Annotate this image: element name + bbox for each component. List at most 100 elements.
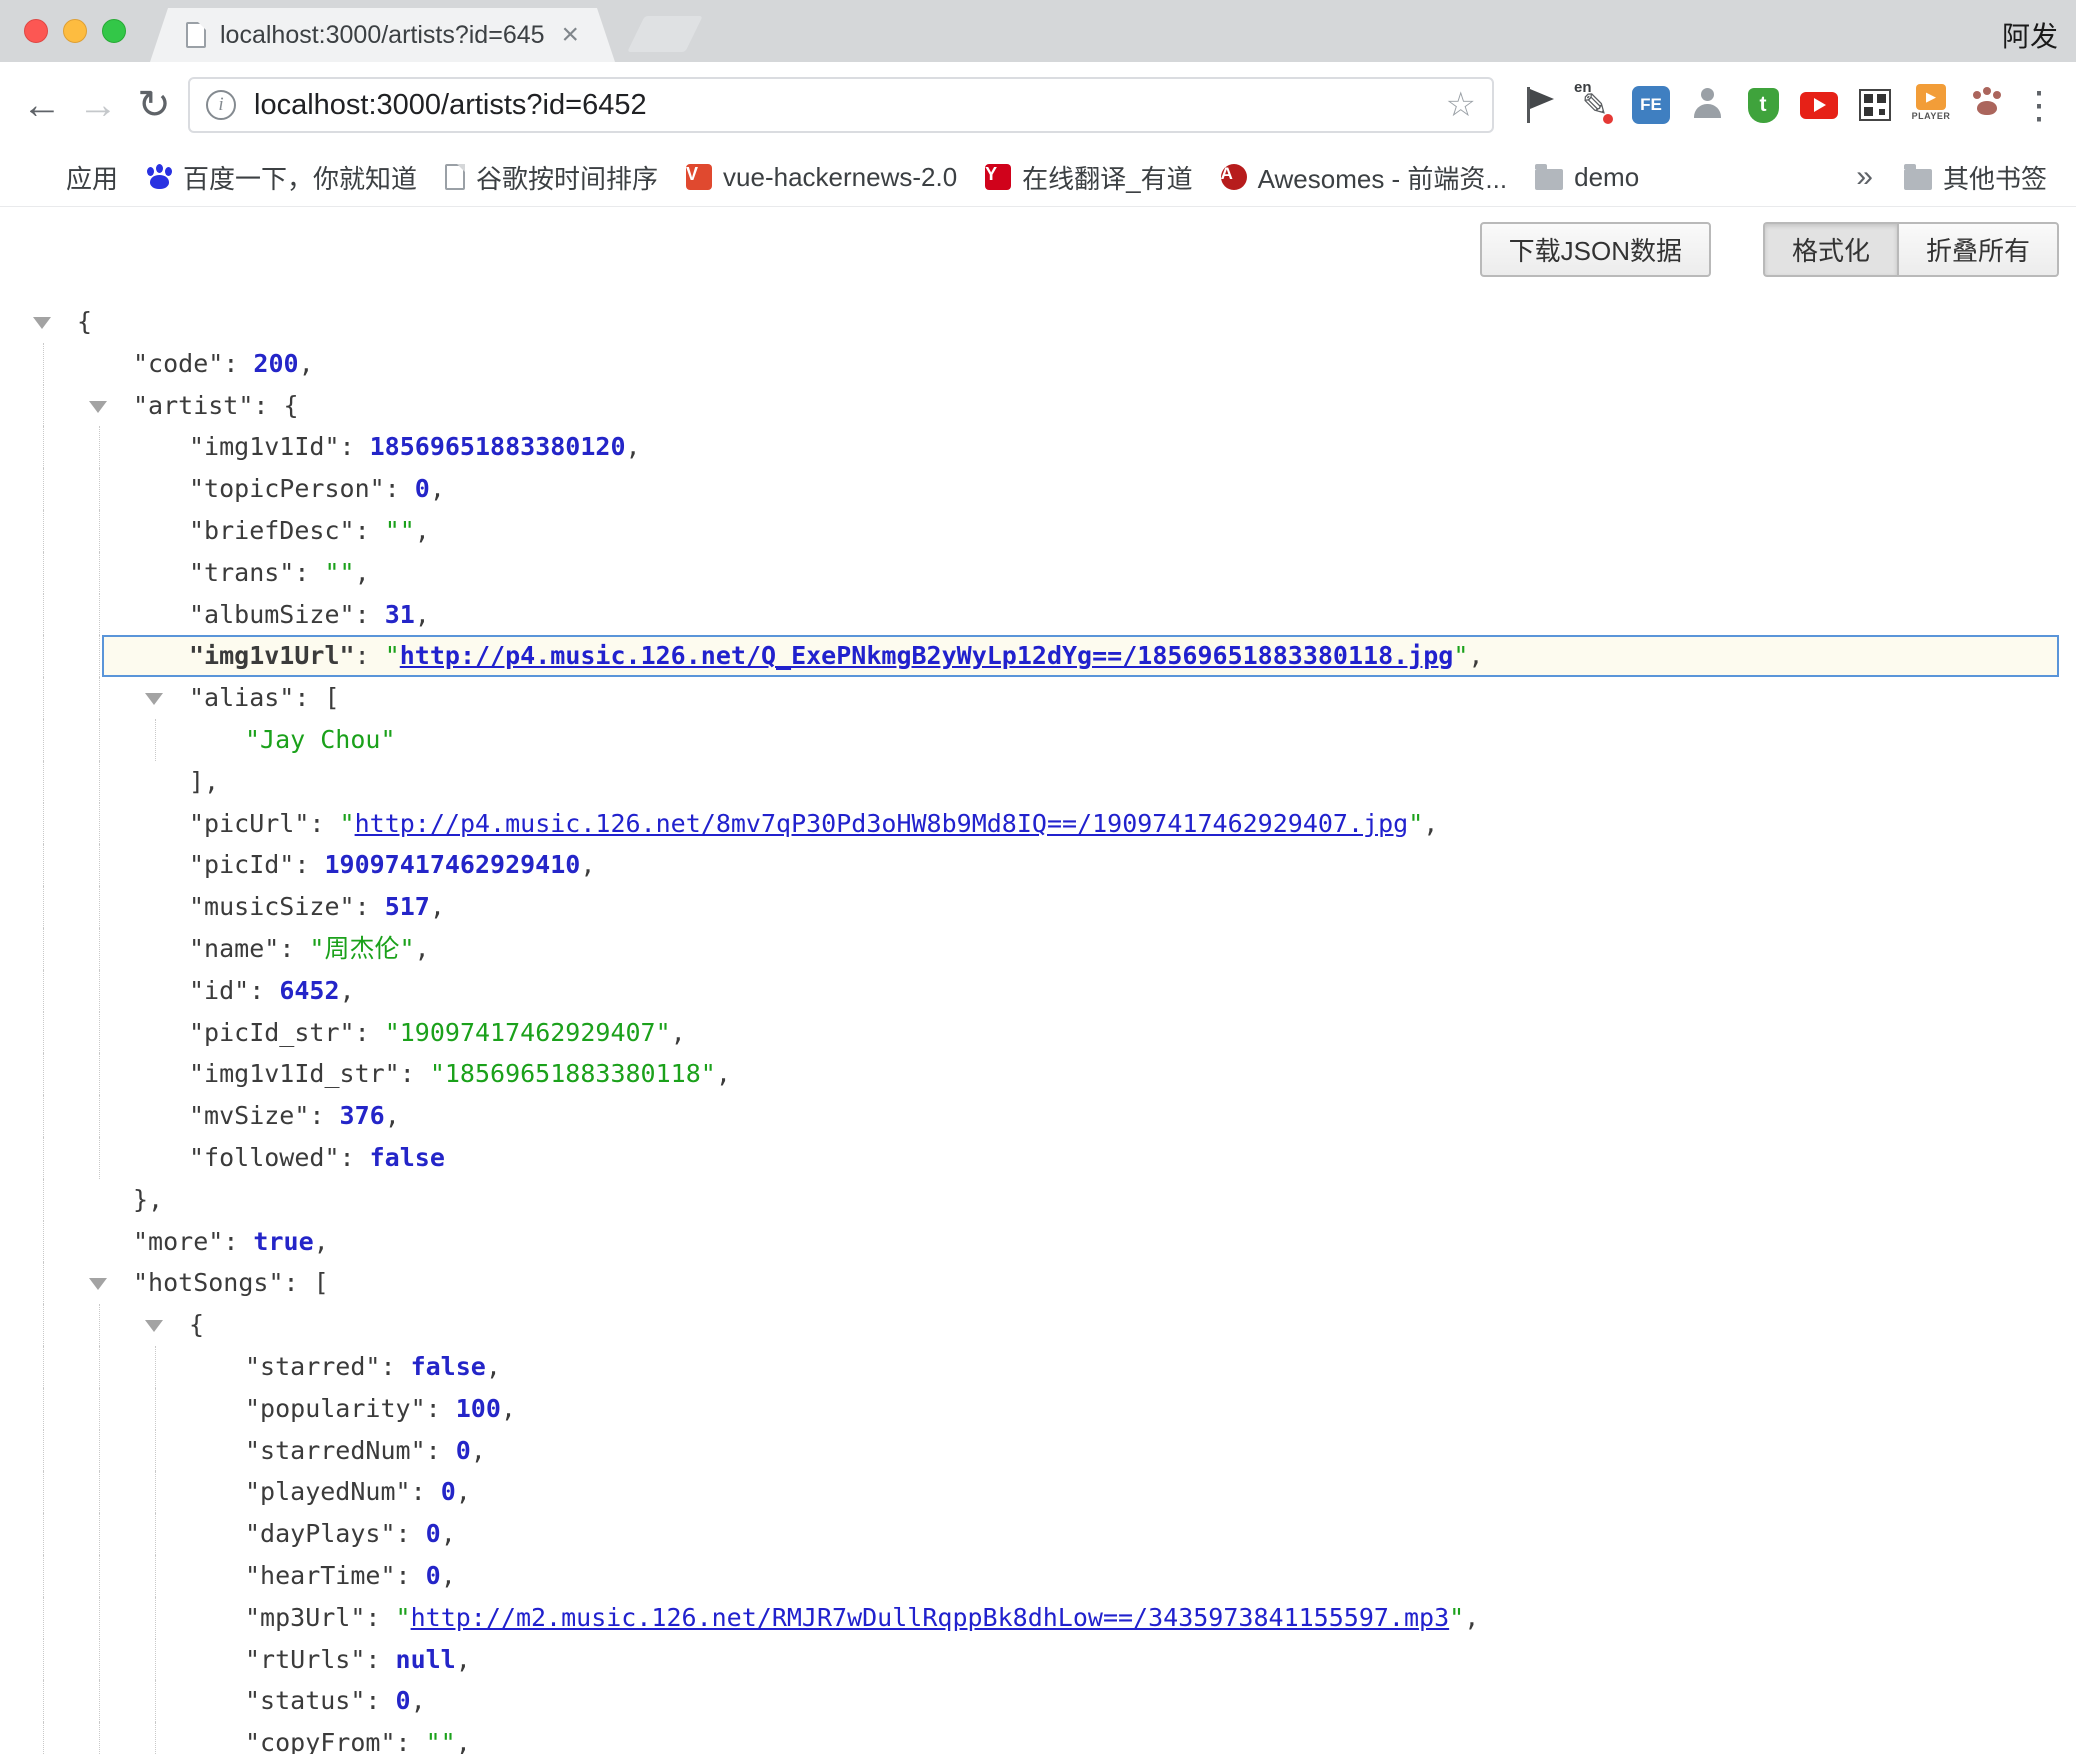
json-line: "picId": 19097417462929410, <box>0 844 2076 886</box>
json-line: "playedNum": 0, <box>0 1471 2076 1513</box>
shield-extension-icon[interactable]: t <box>1740 80 1786 130</box>
json-line-highlighted: "img1v1Url": "http://p4.music.126.net/Q_… <box>0 635 2076 677</box>
profile-name[interactable]: 阿发 <box>2002 15 2058 55</box>
collapse-triangle-icon[interactable] <box>89 1278 107 1290</box>
youtube-extension-icon[interactable] <box>1796 80 1842 130</box>
bookmark-label: Awesomes - 前端资... <box>1258 159 1507 196</box>
tab-close-icon[interactable]: × <box>561 20 579 50</box>
json-line: "hearTime": 0, <box>0 1555 2076 1597</box>
json-line: "more": true, <box>0 1221 2076 1263</box>
baidu-favicon-icon <box>146 164 172 190</box>
window-controls <box>24 19 126 43</box>
view-mode-group: 格式化 折叠所有 <box>1763 222 2059 277</box>
json-line: "topicPerson": 0, <box>0 468 2076 510</box>
close-window-button[interactable] <box>24 19 48 43</box>
json-line: "dayPlays": 0, <box>0 1513 2076 1555</box>
bookmark-label: demo <box>1574 162 1639 193</box>
json-line: "picId_str": "19097417462929407", <box>0 1012 2076 1054</box>
bookmark-label: 百度一下，你就知道 <box>183 159 417 196</box>
navigation-toolbar: ← → ↻ i localhost:3000/artists?id=6452 ☆… <box>0 62 2076 148</box>
url-text[interactable]: localhost:3000/artists?id=6452 <box>254 89 1446 122</box>
bookmarks-bar: 应用 百度一下，你就知道 谷歌按时间排序 Vvue-hackernews-2.0 Y 在线… <box>0 148 2076 207</box>
json-viewer-page: 下载JSON数据 格式化 折叠所有 { "code": 200,"artist":… <box>0 207 2076 1754</box>
json-line: ], <box>0 761 2076 803</box>
tab-favicon-page-icon <box>186 22 206 48</box>
json-line: "trans": "", <box>0 552 2076 594</box>
pennant-extension-icon[interactable] <box>1516 80 1562 130</box>
json-line: "id": 6452, <box>0 970 2076 1012</box>
collapse-triangle-icon[interactable] <box>145 1320 163 1332</box>
apps-favicon-icon <box>29 164 55 190</box>
qrcode-extension-icon[interactable] <box>1852 80 1898 130</box>
json-line: "copyFrom": "", <box>0 1722 2076 1754</box>
json-line: "mvSize": 376, <box>0 1095 2076 1137</box>
json-url-link[interactable]: http://p4.music.126.net/8mv7qP30Pd3oHW8b… <box>355 809 1409 838</box>
json-line: "popularity": 100, <box>0 1388 2076 1430</box>
other-bookmarks-label: 其他书签 <box>1943 159 2047 196</box>
folder-favicon-icon <box>1535 169 1563 190</box>
folder-icon <box>1904 169 1932 190</box>
awesomes-favicon-icon: A <box>1221 164 1247 190</box>
forward-icon[interactable]: → <box>70 85 126 125</box>
json-line: "picUrl": "http://p4.music.126.net/8mv7q… <box>0 803 2076 845</box>
json-line: "starred": false, <box>0 1346 2076 1388</box>
bookmark-item[interactable]: Vvue-hackernews-2.0 <box>675 157 968 198</box>
page-info-icon[interactable]: i <box>206 90 236 120</box>
back-icon[interactable]: ← <box>14 85 70 125</box>
json-line: "hotSongs": [ <box>0 1262 2076 1304</box>
bookmark-label: 谷歌按时间排序 <box>476 159 658 196</box>
browser-menu-icon[interactable]: ⋮ <box>2020 83 2058 128</box>
bookmark-star-icon[interactable]: ☆ <box>1446 88 1476 122</box>
collapse-triangle-icon[interactable] <box>33 317 51 329</box>
json-line: "Jay Chou" <box>0 719 2076 761</box>
collapse-triangle-icon[interactable] <box>145 693 163 705</box>
page-favicon-icon <box>445 164 465 190</box>
new-tab-button[interactable] <box>627 16 703 52</box>
bookmark-item[interactable]: 应用 <box>18 154 129 201</box>
bookmark-item[interactable]: A Awesomes - 前端资... <box>1210 154 1518 201</box>
json-line: "img1v1Id_str": "18569651883380118", <box>0 1053 2076 1095</box>
bookmark-label: 应用 <box>66 159 118 196</box>
fullscreen-window-button[interactable] <box>102 19 126 43</box>
bookmarks-overflow-icon[interactable]: » <box>1842 160 1887 194</box>
address-bar[interactable]: i localhost:3000/artists?id=6452 ☆ <box>188 77 1494 133</box>
bookmark-item[interactable]: 谷歌按时间排序 <box>434 154 669 201</box>
json-line: "briefDesc": "", <box>0 510 2076 552</box>
collapse-triangle-icon[interactable] <box>89 401 107 413</box>
json-line: { <box>0 1304 2076 1346</box>
json-line: "status": 0, <box>0 1680 2076 1722</box>
json-url-link[interactable]: http://p4.music.126.net/Q_ExePNkmgB2yWyL… <box>400 641 1454 670</box>
paw-extension-icon[interactable] <box>1964 80 2010 130</box>
json-line: }, <box>0 1179 2076 1221</box>
json-line: "rtUrls": null, <box>0 1639 2076 1681</box>
vue-favicon-icon: V <box>686 164 712 190</box>
youdao-favicon-icon: Y <box>985 164 1011 190</box>
other-bookmarks-folder[interactable]: 其他书签 <box>1893 154 2058 201</box>
json-line: "musicSize": 517, <box>0 886 2076 928</box>
reload-icon[interactable]: ↻ <box>126 85 182 125</box>
person-extension-icon[interactable] <box>1684 80 1730 130</box>
json-line: "artist": { <box>0 385 2076 427</box>
tab-bar: localhost:3000/artists?id=645 × 阿发 <box>0 0 2076 62</box>
tab-title: localhost:3000/artists?id=645 <box>220 21 547 50</box>
bookmark-item[interactable]: Y 在线翻译_有道 <box>974 154 1203 201</box>
json-line: "code": 200, <box>0 343 2076 385</box>
json-toolbar: 下载JSON数据 格式化 折叠所有 <box>1480 222 2059 277</box>
json-line: "img1v1Id": 18569651883380120, <box>0 426 2076 468</box>
fehelper-extension-icon[interactable]: FE <box>1628 80 1674 130</box>
collapse-all-button[interactable]: 折叠所有 <box>1897 222 2059 277</box>
minimize-window-button[interactable] <box>63 19 87 43</box>
json-line: "followed": false <box>0 1137 2076 1179</box>
bookmark-label: vue-hackernews-2.0 <box>723 162 957 193</box>
browser-tab[interactable]: localhost:3000/artists?id=645 × <box>150 8 615 62</box>
json-line: "albumSize": 31, <box>0 594 2076 636</box>
download-json-button[interactable]: 下载JSON数据 <box>1480 222 1711 277</box>
extensions-area: ✎enFE t ▶PLAYER <box>1516 80 2010 130</box>
format-button[interactable]: 格式化 <box>1763 222 1897 277</box>
player-extension-icon[interactable]: ▶PLAYER <box>1908 80 1954 130</box>
bookmark-item[interactable]: demo <box>1524 157 1650 198</box>
json-url-link[interactable]: http://m2.music.126.net/RMJR7wDullRqppBk… <box>411 1603 1450 1632</box>
bookmark-label: 在线翻译_有道 <box>1022 159 1192 196</box>
translate-pen-extension-icon[interactable]: ✎en <box>1572 80 1618 130</box>
bookmark-item[interactable]: 百度一下，你就知道 <box>135 154 428 201</box>
